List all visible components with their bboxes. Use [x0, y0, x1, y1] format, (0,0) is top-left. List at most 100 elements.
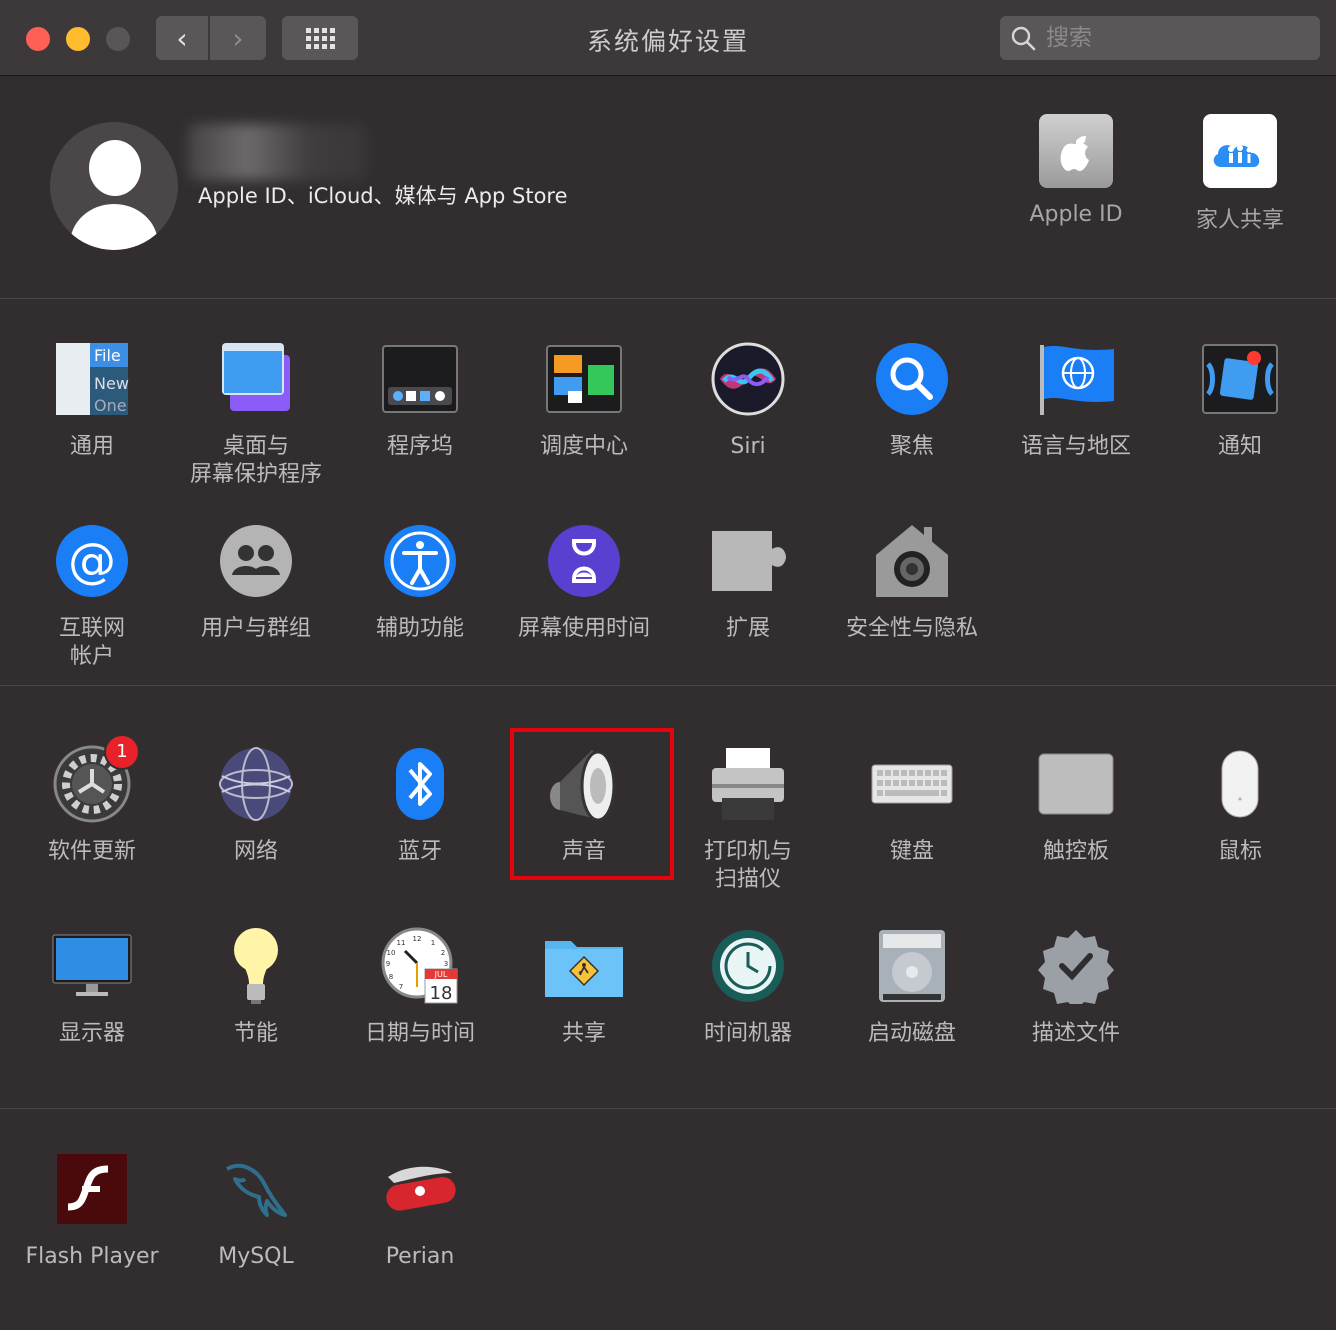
pref-general[interactable]: File New One 通用 [10, 337, 174, 461]
flash-label: Flash Player [25, 1244, 159, 1269]
account-subtitle: Apple ID、iCloud、媒体与 App Store [198, 184, 568, 208]
dock-icon [378, 337, 462, 421]
pref-screen-time[interactable]: 屏幕使用时间 [502, 519, 666, 643]
dock-label: 程序坞 [386, 434, 453, 459]
siri-label: Siri [730, 434, 766, 459]
apple-id-pref[interactable]: Apple ID [994, 114, 1158, 227]
clock-2-text: 2 [441, 949, 445, 957]
trackpad-icon [1034, 742, 1118, 826]
mysql-label: MySQL [218, 1244, 294, 1269]
security-label: 安全性与隐私 [845, 616, 978, 641]
sharing-folder-icon [542, 924, 626, 1008]
pref-network[interactable]: 网络 [174, 742, 338, 866]
apple-logo-icon [1039, 114, 1113, 188]
clock-12-text: 12 [413, 935, 422, 943]
software-update-label: 软件更新 [47, 839, 136, 864]
keyboard-icon [870, 742, 954, 826]
search-input[interactable] [1044, 24, 1308, 52]
personal-section: File New One 通用 桌面与 屏幕保护程序 程序坞 调度中心 Siri… [0, 299, 1336, 686]
notifications-icon [1198, 337, 1282, 421]
energy-label: 节能 [233, 1021, 278, 1046]
printers-label: 打印机与 扫描仪 [703, 839, 792, 892]
clock-7-text: 7 [399, 983, 403, 991]
pref-bluetooth[interactable]: 蓝牙 [338, 742, 502, 866]
lightbulb-icon [214, 924, 298, 1008]
pref-extensions[interactable]: 扩展 [666, 519, 830, 643]
general-icon: File New One [50, 337, 134, 421]
spotlight-label: 聚焦 [889, 434, 934, 459]
language-flag-icon [1034, 337, 1118, 421]
clock-1-text: 1 [431, 939, 435, 947]
displays-label: 显示器 [58, 1021, 125, 1046]
perian-label: Perian [385, 1244, 455, 1269]
apple-id-label: Apple ID [1029, 202, 1123, 227]
bluetooth-label: 蓝牙 [397, 839, 442, 864]
avatar[interactable] [50, 122, 178, 250]
pref-profiles[interactable]: 描述文件 [994, 924, 1158, 1048]
extensions-label: 扩展 [725, 616, 770, 641]
bluetooth-icon [378, 742, 462, 826]
users-groups-icon [214, 519, 298, 603]
desktop-screensaver-icon [214, 337, 298, 421]
pref-date-time[interactable]: 12 11 1 10 2 9 3 8 7 JUL 18 日期与时间 [338, 924, 502, 1048]
pref-internet-accounts[interactable]: @ 互联网 帐户 [10, 519, 174, 671]
clock-10-text: 10 [387, 949, 396, 957]
internet-at-text: @ [68, 533, 116, 589]
accessibility-label: 辅助功能 [375, 616, 464, 641]
general-label: 通用 [69, 434, 114, 459]
toolbar: ‹ › 系统偏好设置 [0, 0, 1336, 76]
siri-icon [706, 337, 790, 421]
pref-flash-player[interactable]: Flash Player [10, 1147, 174, 1271]
pref-startup-disk[interactable]: 启动磁盘 [830, 924, 994, 1048]
pref-siri[interactable]: Siri [666, 337, 830, 461]
pref-trackpad[interactable]: 触控板 [994, 742, 1158, 866]
update-badge: 1 [104, 734, 140, 770]
mouse-icon [1198, 742, 1282, 826]
pref-time-machine[interactable]: 时间机器 [666, 924, 830, 1048]
pref-security-privacy[interactable]: 安全性与隐私 [830, 519, 994, 643]
pref-desktop[interactable]: 桌面与 屏幕保护程序 [174, 337, 338, 489]
house-vault-icon [870, 519, 954, 603]
checkmark-badge-icon [1034, 924, 1118, 1008]
pref-keyboard[interactable]: 键盘 [830, 742, 994, 866]
family-sharing-pref[interactable]: 家人共享 [1158, 114, 1322, 234]
startup-disk-label: 启动磁盘 [867, 1021, 956, 1046]
screen-time-label: 屏幕使用时间 [517, 616, 650, 641]
pref-dock[interactable]: 程序坞 [338, 337, 502, 461]
highlight-box [510, 728, 674, 880]
pref-mysql[interactable]: MySQL [174, 1147, 338, 1271]
accessibility-icon [378, 519, 462, 603]
network-label: 网络 [233, 839, 278, 864]
pref-sharing[interactable]: 共享 [502, 924, 666, 1048]
printer-icon [706, 742, 790, 826]
hard-drive-icon [870, 924, 954, 1008]
desktop-label: 桌面与 屏幕保护程序 [189, 434, 322, 487]
flash-icon [50, 1147, 134, 1231]
pref-energy-saver[interactable]: 节能 [174, 924, 338, 1048]
pref-perian[interactable]: Perian [338, 1147, 502, 1271]
pref-spotlight[interactable]: 聚焦 [830, 337, 994, 461]
mouse-label: 鼠标 [1217, 839, 1262, 864]
pref-mission-control[interactable]: 调度中心 [502, 337, 666, 461]
pref-notifications[interactable]: 通知 [1158, 337, 1322, 461]
date-time-label: 日期与时间 [364, 1021, 475, 1046]
pref-mouse[interactable]: 鼠标 [1158, 742, 1322, 866]
profiles-label: 描述文件 [1031, 1021, 1120, 1046]
pref-displays[interactable]: 显示器 [10, 924, 174, 1048]
pref-accessibility[interactable]: 辅助功能 [338, 519, 502, 643]
clock-8-text: 8 [389, 973, 393, 981]
pref-printers-scanners[interactable]: 打印机与 扫描仪 [666, 742, 830, 894]
pref-language-region[interactable]: 语言与地区 [994, 337, 1158, 461]
gear-icon: 1 [50, 734, 140, 826]
search-field[interactable] [1000, 16, 1320, 60]
globe-network-icon [214, 742, 298, 826]
pref-software-update[interactable]: 1 软件更新 [10, 734, 174, 866]
puzzle-icon [706, 519, 790, 603]
account-section: Apple ID、iCloud、媒体与 App Store Apple ID 家… [0, 76, 1336, 299]
general-file-text: File [94, 346, 121, 365]
pref-users-groups[interactable]: 用户与群组 [174, 519, 338, 643]
sharing-label: 共享 [561, 1021, 606, 1046]
keyboard-label: 键盘 [889, 839, 934, 864]
notifications-label: 通知 [1217, 434, 1262, 459]
internet-accounts-icon: @ [50, 519, 134, 603]
